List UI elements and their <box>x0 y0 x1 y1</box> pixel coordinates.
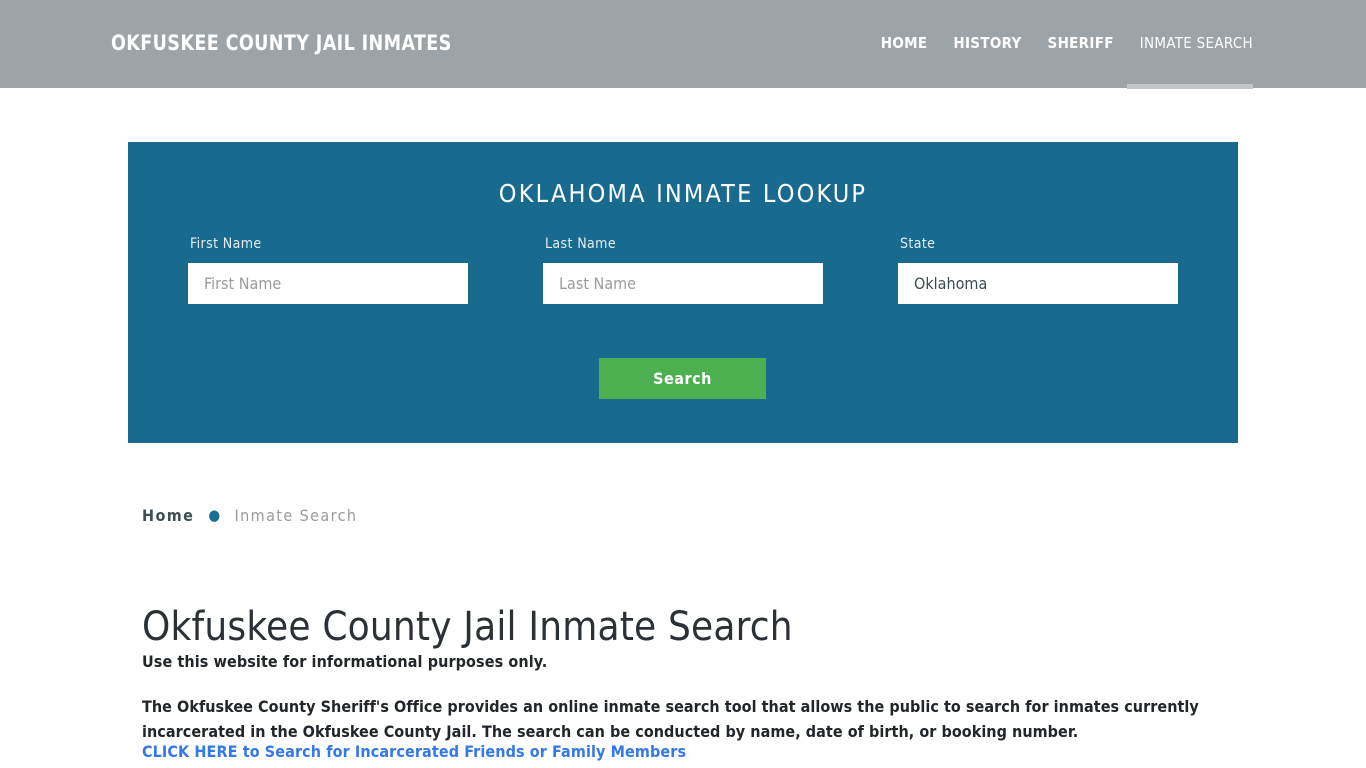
nav-item-home[interactable]: HOME <box>868 32 941 54</box>
lookup-panel-title: OKLAHOMA INMATE LOOKUP <box>498 179 868 208</box>
state-input[interactable] <box>898 263 1178 304</box>
page-title: Okfuskee County Jail Inmate Search <box>142 603 793 650</box>
nav-item-inmate-search[interactable]: INMATE SEARCH <box>1126 32 1254 89</box>
site-header: OKFUSKEE COUNTY JAIL INMATES HOME HISTOR… <box>0 0 1366 89</box>
first-name-field-group: First Name <box>188 236 468 304</box>
first-name-label: First Name <box>190 236 262 252</box>
nav-item-history[interactable]: HISTORY <box>940 32 1034 54</box>
state-label: State <box>900 236 936 252</box>
last-name-input[interactable] <box>543 263 823 304</box>
nav-item-sheriff[interactable]: SHERIFF <box>1035 32 1127 54</box>
page-lede-text: Use this website for informational purpo… <box>142 652 548 671</box>
inmate-lookup-panel: OKLAHOMA INMATE LOOKUP First Name Last N… <box>128 142 1238 443</box>
site-brand-logo[interactable]: OKFUSKEE COUNTY JAIL INMATES <box>111 31 452 55</box>
first-name-input[interactable] <box>188 263 468 304</box>
breadcrumb-current-page: Inmate Search <box>234 506 358 525</box>
state-field-group: State <box>898 236 1178 304</box>
lookup-fields: First Name Last Name State <box>128 236 1238 316</box>
breadcrumb-home-link[interactable]: Home <box>142 506 194 525</box>
page-body-paragraph: The Okfuskee County Sheriff's Office pro… <box>142 697 1199 741</box>
breadcrumb-separator-dot-icon: ● <box>208 506 222 524</box>
last-name-field-group: Last Name <box>543 236 823 304</box>
main-navigation: HOME HISTORY SHERIFF INMATE SEARCH <box>868 32 1254 89</box>
inmate-search-cta-link[interactable]: CLICK HERE to Search for Incarcerated Fr… <box>142 742 686 761</box>
last-name-label: Last Name <box>545 236 616 252</box>
breadcrumb: Home ● Inmate Search <box>142 506 357 525</box>
search-button[interactable]: Search <box>599 358 766 399</box>
